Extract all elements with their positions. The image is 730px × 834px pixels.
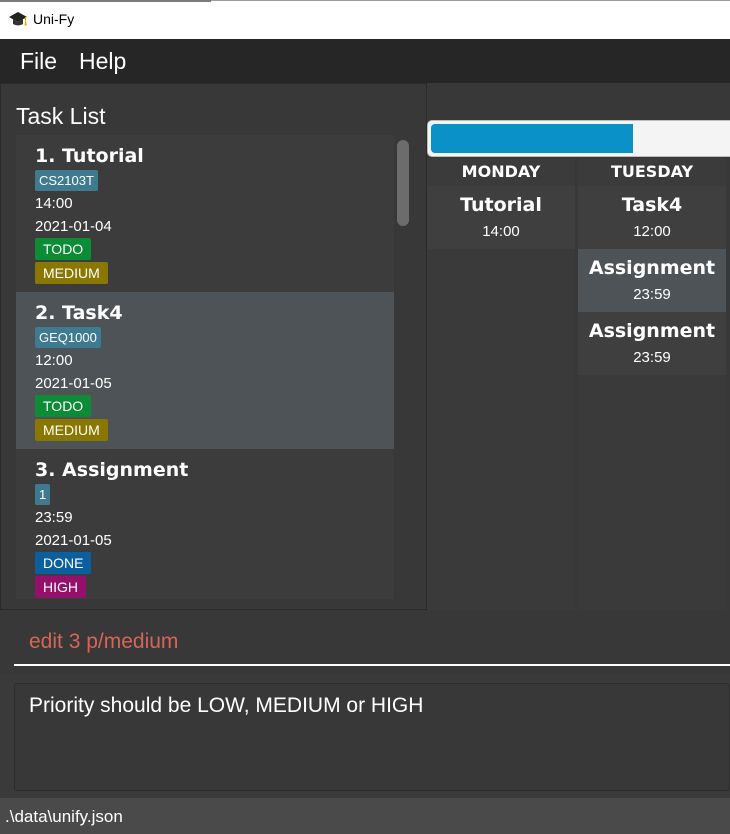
priority-badge: MEDIUM [35, 262, 108, 284]
task-time: 14:00 [35, 195, 73, 212]
result-message: Priority should be LOW, MEDIUM or HIGH [29, 694, 424, 717]
task-date: 2021-01-05 [35, 375, 112, 392]
result-display: Priority should be LOW, MEDIUM or HIGH [14, 683, 730, 791]
module-tag: GEQ1000 [35, 327, 101, 348]
weekly-progress-bar [427, 120, 730, 157]
calendar-slot[interactable]: Tutorial 14:00 [427, 186, 575, 249]
task-card-selected[interactable]: 2. Task4 GEQ1000 12:00 2021-01-05 TODO M… [16, 292, 394, 449]
task-name: 2. Task4 [35, 302, 123, 324]
state-badge: DONE [35, 552, 92, 574]
day-column-monday: MONDAY Tutorial 14:00 [427, 158, 575, 610]
task-time: 23:59 [35, 509, 73, 526]
titlebar-edge [0, 0, 211, 2]
task-time: 12:00 [35, 352, 73, 369]
task-card[interactable]: 3. Assignment 1 23:59 2021-01-05 DONE HI… [16, 449, 394, 599]
task-date: 2021-01-04 [35, 218, 112, 235]
day-header: TUESDAY [578, 158, 726, 186]
task-list-panel: Task List 1. Tutorial CS2103T 14:00 2021… [0, 83, 427, 610]
task-list-scrollbar[interactable] [397, 140, 409, 226]
state-badge: TODO [35, 395, 92, 417]
calendar-slot[interactable]: Task4 12:00 [578, 186, 726, 249]
slot-time: 12:00 [633, 223, 671, 240]
slot-time: 23:59 [633, 286, 671, 303]
task-date: 2021-01-05 [35, 532, 112, 549]
command-box [0, 610, 730, 674]
slot-time: 23:59 [633, 349, 671, 366]
slot-time: 14:00 [482, 223, 520, 240]
weekly-calendar-panel: MONDAY Tutorial 14:00 TUESDAY Task4 12:0… [427, 83, 730, 610]
window-titlebar: Uni-Fy [0, 0, 730, 39]
module-tag: CS2103T [35, 170, 98, 191]
menu-help[interactable]: Help [79, 48, 126, 75]
day-column-tuesday: TUESDAY Task4 12:00 Assignment 23:59 Ass… [578, 158, 726, 610]
graduation-cap-icon [9, 12, 27, 26]
state-badge: TODO [35, 238, 92, 260]
day-header: MONDAY [427, 158, 575, 186]
status-bar: .\data\unify.json [0, 798, 730, 834]
task-list-title: Task List [16, 103, 106, 129]
priority-badge: MEDIUM [35, 419, 108, 441]
slot-name: Assignment [588, 320, 716, 342]
calendar-slot[interactable]: Assignment 23:59 [578, 312, 726, 375]
window-title: Uni-Fy [33, 11, 75, 27]
priority-badge: HIGH [35, 576, 86, 598]
slot-name: Assignment [588, 257, 716, 279]
command-input[interactable] [14, 620, 730, 666]
save-location: .\data\unify.json [5, 807, 123, 826]
calendar-slot-selected[interactable]: Assignment 23:59 [578, 249, 726, 312]
task-card[interactable]: 1. Tutorial CS2103T 14:00 2021-01-04 TOD… [16, 135, 394, 292]
task-name: 3. Assignment [35, 459, 189, 481]
menu-file[interactable]: File [20, 48, 57, 75]
module-tag: 1 [35, 484, 51, 505]
slot-name: Tutorial [460, 194, 542, 216]
task-list[interactable]: 1. Tutorial CS2103T 14:00 2021-01-04 TOD… [16, 135, 394, 599]
weekly-progress-fill [431, 124, 633, 153]
slot-name: Task4 [621, 194, 683, 216]
task-name: 1. Tutorial [35, 145, 144, 167]
menu-bar: File Help [0, 39, 730, 83]
